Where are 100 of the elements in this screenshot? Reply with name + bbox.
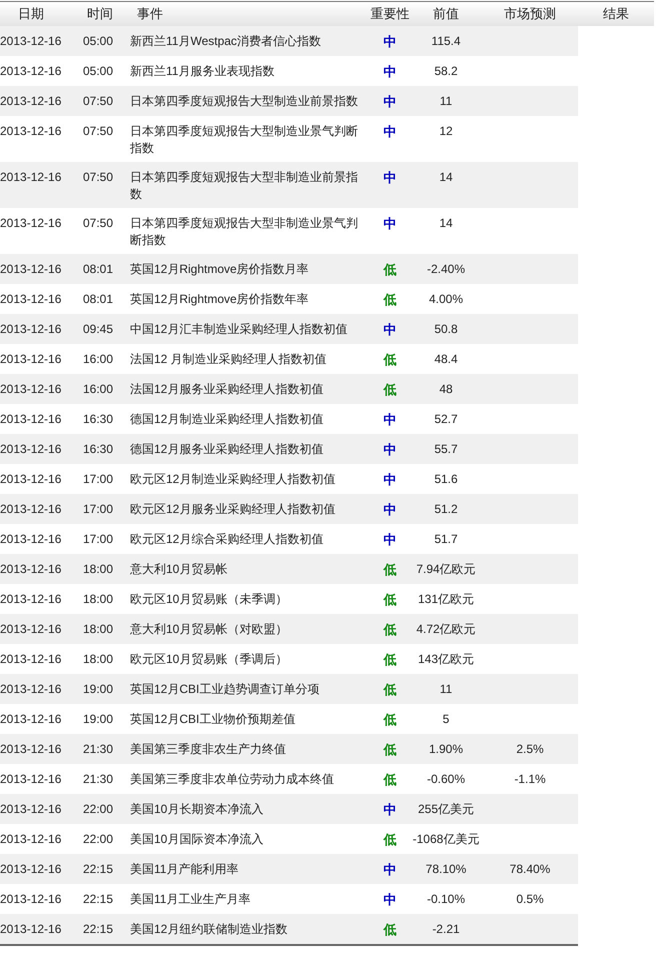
table-cell: 16:30 [83, 412, 114, 426]
table-cell: 1.90% [428, 742, 464, 756]
table-cell: -1.1% [514, 772, 546, 786]
table-cell: 2013-12-16 [0, 922, 62, 936]
table-cell: 51.2 [434, 502, 458, 516]
table-cell: 2013-12-16 [0, 64, 62, 78]
importance-label: 低 [384, 682, 396, 697]
importance-label: 低 [384, 712, 396, 727]
table-cell: 09:45 [83, 322, 114, 336]
column-header: 前值 [433, 6, 459, 21]
column-header: 事件 [137, 6, 163, 21]
importance-label: 中 [384, 502, 396, 517]
table-cell: 19:00 [83, 712, 114, 726]
table-cell: -0.60% [426, 772, 466, 786]
table-cell: 21:30 [83, 772, 114, 786]
table-cell: 2013-12-16 [0, 34, 62, 48]
table-cell: 德国12月制造业采购经理人指数初值 [130, 412, 324, 426]
table-cell: 法国12月服务业采购经理人指数初值 [130, 382, 324, 396]
table-cell: -2.21 [432, 922, 460, 936]
importance-label: 低 [384, 262, 396, 277]
table-cell: 48.4 [434, 352, 458, 366]
table-cell: 德国12月服务业采购经理人指数初值 [130, 442, 324, 456]
table-cell: 2013-12-16 [0, 802, 62, 816]
table-cell: 07:50 [83, 124, 114, 138]
table-cell: 2013-12-16 [0, 892, 62, 906]
table-cell: 22:00 [83, 832, 114, 846]
table-cell: 新西兰11月服务业表现指数 [130, 64, 274, 78]
table-cell: 2013-12-16 [0, 592, 62, 606]
table-cell: -0.10% [426, 892, 466, 906]
table-cell: 2013-12-16 [0, 712, 62, 726]
importance-label: 低 [384, 592, 396, 607]
importance-label: 中 [384, 532, 396, 547]
column-header: 日期 [18, 6, 44, 21]
table-cell: 2013-12-16 [0, 472, 62, 486]
importance-label: 低 [384, 742, 396, 757]
table-cell: 2.5% [516, 742, 544, 756]
table-cell: 美国第三季度非农单位劳动力成本终值 [130, 772, 334, 786]
table-cell: 51.7 [434, 532, 458, 546]
table-cell: 英国12月Rightmove房价指数年率 [130, 292, 309, 306]
importance-label: 中 [384, 94, 396, 109]
column-header: 市场预测 [504, 6, 556, 21]
table-cell: 新西兰11月Westpac消费者信心指数 [130, 34, 321, 48]
table-cell: 17:00 [83, 502, 114, 516]
table-cell: 美国12月纽约联储制造业指数 [130, 922, 288, 936]
table-cell: 4.72亿欧元 [416, 622, 476, 636]
table-cell: 12 [439, 124, 453, 138]
table-cell: 51.6 [434, 472, 458, 486]
table-cell: 2013-12-16 [0, 292, 62, 306]
table-cell: 英国12月CBI工业趋势调查订单分项 [130, 682, 320, 696]
table-cell: 欧元区12月综合采购经理人指数初值 [130, 532, 324, 546]
table-cell: 52.7 [434, 412, 458, 426]
table-cell: 2013-12-16 [0, 652, 62, 666]
table-cell: 05:00 [83, 34, 114, 48]
importance-label: 中 [384, 322, 396, 337]
table-cell: 2013-12-16 [0, 502, 62, 516]
table-cell: 日本第四季度短观报告大型非制造业景气判断指数 [130, 216, 358, 247]
table-cell: 欧元区10月贸易账（季调后） [130, 652, 288, 666]
table-cell: 18:00 [83, 592, 114, 606]
table-cell: 143亿欧元 [418, 652, 474, 666]
table-cell: 2013-12-16 [0, 862, 62, 876]
table-cell: 17:00 [83, 532, 114, 546]
table-cell: 255亿美元 [418, 802, 474, 816]
table-cell: -2.40% [426, 262, 466, 276]
importance-label: 中 [384, 472, 396, 487]
table-cell: 7.94亿欧元 [416, 562, 476, 576]
table-cell: 08:01 [83, 262, 114, 276]
importance-label: 中 [384, 442, 396, 457]
table-cell: 17:00 [83, 472, 114, 486]
table-cell: 07:50 [83, 94, 114, 108]
importance-label: 中 [384, 124, 396, 139]
table-cell: 2013-12-16 [0, 682, 62, 696]
importance-label: 低 [384, 652, 396, 667]
table-cell: 21:30 [83, 742, 114, 756]
importance-label: 低 [384, 352, 396, 367]
table-cell: 2013-12-16 [0, 832, 62, 846]
table-cell: 0.5% [516, 892, 544, 906]
table-cell: 22:15 [83, 862, 114, 876]
table-cell: 英国12月Rightmove房价指数月率 [130, 262, 309, 276]
table-cell: 欧元区12月制造业采购经理人指数初值 [130, 472, 336, 486]
table-cell: 18:00 [83, 622, 114, 636]
table-cell: 2013-12-16 [0, 262, 62, 276]
table-cell: 美国11月工业生产月率 [130, 892, 250, 906]
importance-label: 中 [384, 34, 396, 49]
table-cell: 78.10% [426, 862, 466, 876]
table-cell: 22:00 [83, 802, 114, 816]
importance-label: 低 [384, 922, 396, 937]
table-cell: 2013-12-16 [0, 216, 62, 230]
table-cell: 11 [440, 94, 452, 108]
table-cell: 18:00 [83, 562, 114, 576]
importance-label: 中 [384, 802, 396, 817]
table-cell: 意大利10月贸易帐（对欧盟） [130, 622, 288, 636]
importance-label: 低 [384, 562, 396, 577]
column-header: 结果 [603, 6, 629, 21]
table-cell: 日本第四季度短观报告大型制造业前景指数 [130, 94, 358, 108]
table-cell: 58.2 [434, 64, 458, 78]
importance-label: 中 [384, 64, 396, 79]
importance-label: 低 [384, 772, 396, 787]
table-cell: 22:15 [83, 922, 114, 936]
table-cell: 14 [439, 216, 453, 230]
column-header: 重要性 [370, 6, 410, 21]
